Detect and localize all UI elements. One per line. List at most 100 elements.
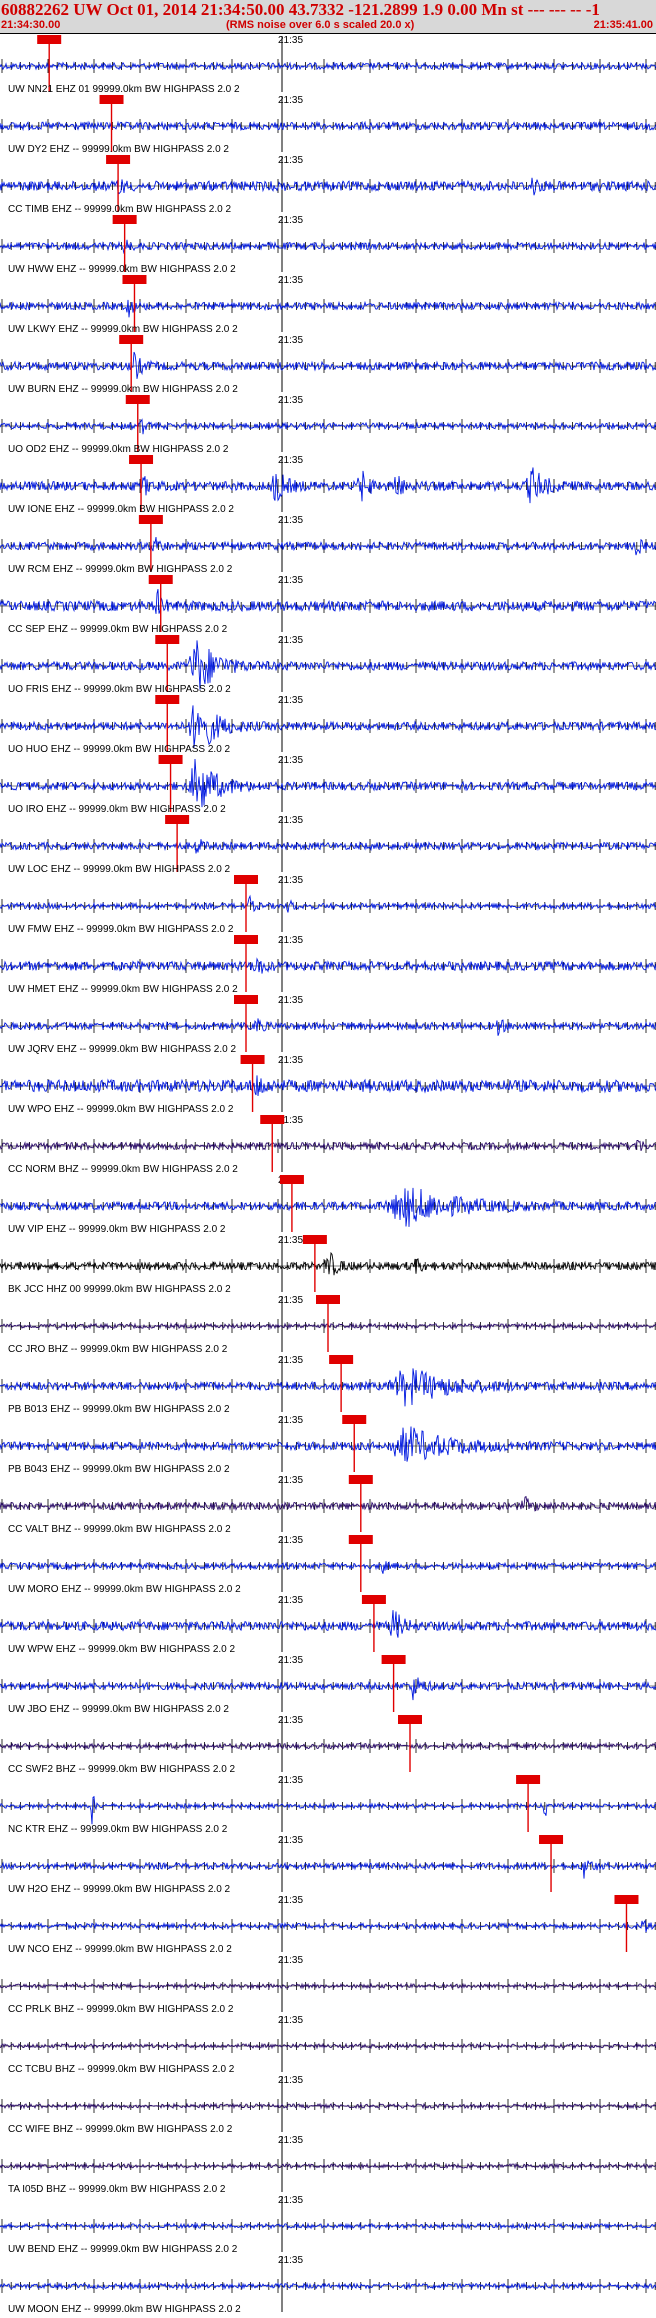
trace-row: 21:35 UW LOC EHZ -- 99999.0km BW HIGHPASS… [0,815,656,875]
waveform [0,1018,656,1036]
trace-row: 21:35 UW BEND EHZ -- 99999.0km BW HIGHPAS… [0,2195,656,2255]
phase-pick-marker[interactable] [348,1535,373,1592]
station-label: CC TCBU BHZ -- 99999.0km BW HIGHPASS 2.0… [8,2064,235,2075]
waveform [0,1919,656,1933]
minute-label: 21:35 [278,635,303,646]
minute-label: 21:35 [278,95,303,106]
station-label: UW MORO EHZ -- 99999.0km BW HIGHPASS 2.0… [8,1584,241,1595]
trace-row: 21:35 UW NCO EHZ -- 99999.0km BW HIGHPASS… [0,1895,656,1955]
station-label: CC SWF2 BHZ -- 99999.0km BW HIGHPASS 2.0… [8,1764,236,1775]
trace-row: 21:35 CC PRLK BHZ -- 99999.0km BW HIGHPAS… [0,1955,656,2015]
phase-pick-marker[interactable] [348,1475,373,1532]
waveform [0,351,656,379]
minute-label: 21:35 [278,2195,303,2206]
trace-row: 21:35 UW MORO EHZ -- 99999.0km BW HIGHPAS… [0,1535,656,1595]
trace-row: 21:35 UW BURN EHZ -- 99999.0km BW HIGHPAS… [0,335,656,395]
trace-row: 21:35 UO IRO EHZ -- 99999.0km BW HIGHPASS… [0,755,656,815]
station-label: UW JBO EHZ -- 99999.0km BW HIGHPASS 2.0 … [8,1704,229,1715]
trace-row: 21:35 TA I05D BHZ -- 99999.0km BW HIGHPAS… [0,2135,656,2195]
trace-row: 21:35CC NORM BHZ -- 99999.0km BW HIGHPAS… [0,1115,656,1175]
station-label: UW JQRV EHZ -- 99999.0km BW HIGHPASS 2.0… [8,1044,236,1055]
waveform [0,589,656,614]
waveform [0,705,656,748]
trace-row: 21:35UW VIP EHZ -- 99999.0km BW HIGHPASS… [0,1175,656,1235]
waveform [0,1251,656,1276]
waveform [0,1368,656,1407]
station-label: UO OD2 EHZ -- 99999.0km BW HIGHPASS 2.0 … [8,444,229,455]
trace-row: 21:35 UW JBO EHZ -- 99999.0km BW HIGHPASS… [0,1655,656,1715]
station-label: CC TIMB EHZ -- 99999.0km BW HIGHPASS 2.0… [8,204,231,215]
trace-row: 21:35 UW HMET EHZ -- 99999.0km BW HIGHPAS… [0,935,656,995]
minute-label: 21:35 [278,1295,303,1306]
minute-label: 21:35 [278,995,303,1006]
station-label: UO FRIS EHZ -- 99999.0km BW HIGHPASS 2.0… [8,684,231,695]
phase-pick-marker[interactable] [381,1655,406,1712]
trace-row: 21:35 UW LKWY EHZ -- 99999.0km BW HIGHPAS… [0,275,656,335]
minute-label: 21:35 [278,1775,303,1786]
trace-row: 21:35 NC KTR EHZ -- 99999.0km BW HIGHPASS… [0,1775,656,1835]
station-label: UW LOC EHZ -- 99999.0km BW HIGHPASS 2.0 … [8,864,231,875]
waveform [0,1561,656,1574]
minute-label: 21:35 [278,395,303,406]
station-label: UW NN21 EHZ 01 99999.0km BW HIGHPASS 2.0… [8,84,240,95]
minute-label: 21:35 [278,2135,303,2146]
minute-label: 21:35 [278,215,303,226]
end-time: 21:35:41.00 [593,19,653,31]
waveform [0,177,656,196]
minute-label: 21:35 [278,1475,303,1486]
minute-label: 21:35 [278,755,303,766]
trace-row: 21:35 CC TIMB EHZ -- 99999.0km BW HIGHPAS… [0,155,656,215]
station-label: UW BEND EHZ -- 99999.0km BW HIGHPASS 2.0… [8,2244,238,2255]
station-label: UW LKWY EHZ -- 99999.0km BW HIGHPASS 2.0… [8,324,238,335]
minute-label: 21:35 [278,1415,303,1426]
minute-label: 21:35 [278,155,303,166]
phase-pick-marker[interactable] [279,1175,304,1232]
waveform [0,418,656,435]
station-label: UW DY2 EHZ -- 99999.0km BW HIGHPASS 2.0 … [8,144,229,155]
trace-row: 21:35 CC SWF2 BHZ -- 99999.0km BW HIGHPAS… [0,1715,656,1775]
waveform [0,758,656,808]
trace-row: 21:35 UW HWW EHZ -- 99999.0km BW HIGHPASS… [0,215,656,275]
trace-row: 21:35 UW MOON EHZ -- 99999.0km BW HIGHPAS… [0,2255,656,2315]
station-label: CC NORM BHZ -- 99999.0km BW HIGHPASS 2.0… [8,1164,238,1175]
waveform [0,239,656,254]
minute-label: 21:35 [278,1535,303,1546]
record-header: 60882262 UW Oct 01, 2014 21:34:50.00 43.… [0,0,656,34]
station-label: UW RCM EHZ -- 99999.0km BW HIGHPASS 2.0 … [8,564,233,575]
station-label: UW FMW EHZ -- 99999.0km BW HIGHPASS 2.0 … [8,924,234,935]
minute-label: 21:35 [278,1355,303,1366]
waveform [0,1860,656,1879]
start-time: 21:34:30.00 [1,19,61,31]
minute-label: 21:35 [278,935,303,946]
trace-row: 21:35 UW WPO EHZ -- 99999.0km BW HIGHPASS… [0,1055,656,1115]
trace-row: 21:35 UW NN21 EHZ 01 99999.0km BW HIGHPAS… [0,35,656,95]
trace-row: 21:35 UW WPW EHZ -- 99999.0km BW HIGHPASS… [0,1595,656,1655]
waveform [0,467,656,504]
minute-label: 21:35 [278,1715,303,1726]
station-label: TA I05D BHZ -- 99999.0km BW HIGHPASS 2.0… [8,2184,226,2195]
minute-label: 21:35 [278,275,303,286]
waveform [0,299,656,318]
trace-row: 21:35 UW FMW EHZ -- 99999.0km BW HIGHPASS… [0,875,656,935]
minute-label: 21:35 [278,1895,303,1906]
trace-row: 21:35 PB B013 EHZ -- 99999.0km BW HIGHPAS… [0,1355,656,1415]
phase-pick-marker[interactable] [398,1715,422,1772]
trace-row: 21:35 UW H2O EHZ -- 99999.0km BW HIGHPASS… [0,1835,656,1895]
trace-row: 21:35 UO OD2 EHZ -- 99999.0km BW HIGHPASS… [0,395,656,455]
station-label: CC VALT BHZ -- 99999.0km BW HIGHPASS 2.0… [8,1524,231,1535]
event-title: 60882262 UW Oct 01, 2014 21:34:50.00 43.… [1,0,600,19]
minute-label: 21:35 [278,695,303,706]
minute-label: 21:35 [278,1655,303,1666]
seismogram-panel[interactable]: 21:35 UW NN21 EHZ 01 99999.0km BW HIGHPAS… [0,34,656,2318]
station-label: UW H2O EHZ -- 99999.0km BW HIGHPASS 2.0 … [8,1884,231,1895]
phase-pick-marker[interactable] [516,1775,541,1832]
phase-pick-marker[interactable] [234,875,258,932]
station-label: CC PRLK BHZ -- 99999.0km BW HIGHPASS 2.0… [8,2004,234,2015]
waveform [0,1187,656,1227]
station-label: UO HUO EHZ -- 99999.0km BW HIGHPASS 2.0 … [8,744,231,755]
trace-row: 21:35 PB B043 EHZ -- 99999.0km BW HIGHPAS… [0,1415,656,1475]
station-label: UW BURN EHZ -- 99999.0km BW HIGHPASS 2.0… [8,384,238,395]
trace-row: 21:35 CC WIFE BHZ -- 99999.0km BW HIGHPAS… [0,2075,656,2135]
phase-pick-marker[interactable] [316,1295,340,1352]
waveform [0,1610,656,1638]
